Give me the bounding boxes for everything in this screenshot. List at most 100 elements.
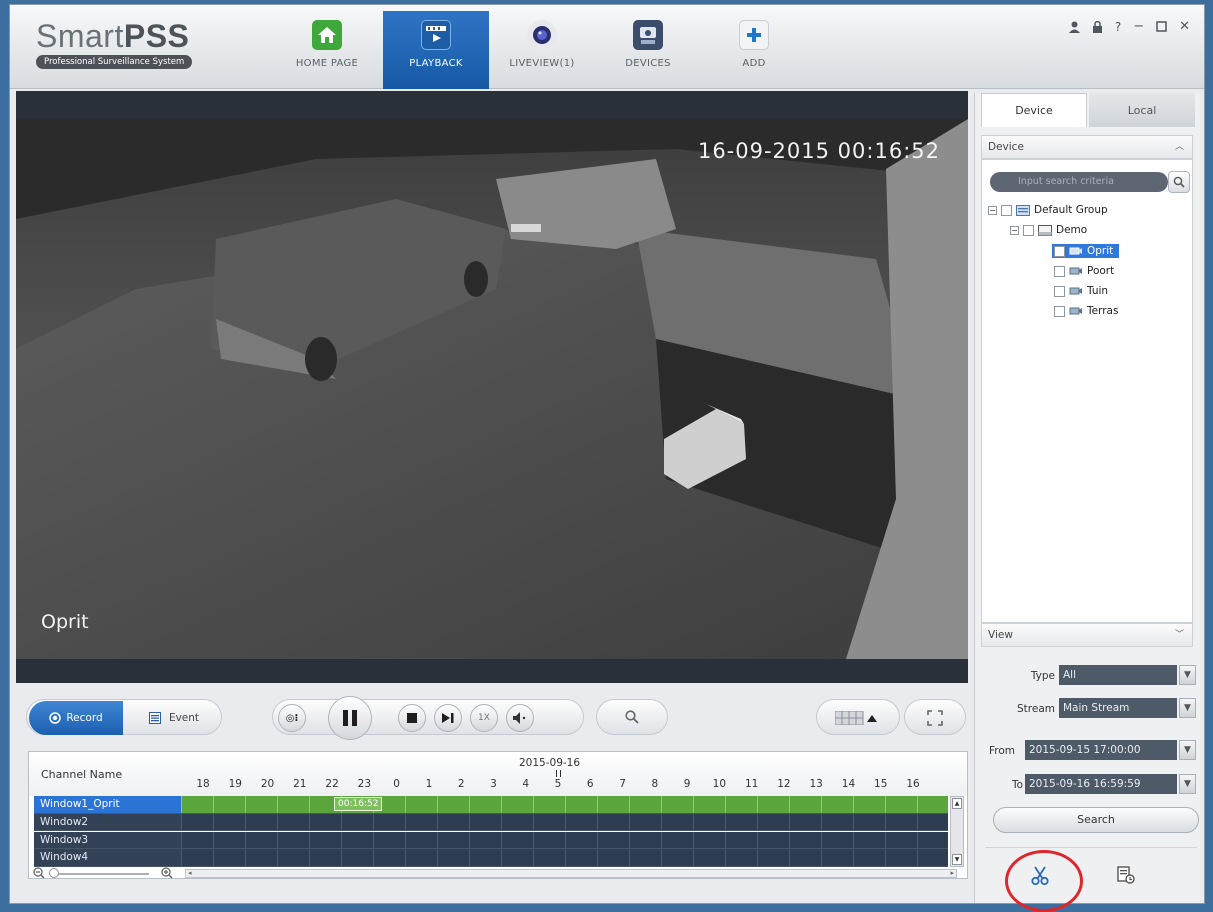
tree-node-demo[interactable]: − Demo	[1010, 224, 1087, 236]
minimize-icon[interactable]: −	[1133, 20, 1144, 37]
tree-node-default-group[interactable]: − Default Group	[988, 204, 1108, 216]
view-section-header[interactable]: View ﹀	[981, 623, 1193, 647]
timeline-row-channel-name[interactable]: Window4	[34, 849, 181, 866]
from-datetime-input[interactable]: 2015-09-15 17:00:00	[1025, 740, 1177, 760]
checkbox[interactable]	[1054, 305, 1065, 317]
timeline-track[interactable]	[181, 831, 948, 848]
tab-home-page[interactable]: HOME PAGE	[274, 11, 380, 89]
timeline-row-channel-name[interactable]: Window1_Oprit	[34, 796, 181, 813]
lock-icon[interactable]	[1092, 20, 1103, 37]
stream-dropdown-arrow[interactable]: ▼	[1179, 698, 1196, 718]
tab-playback-label: PLAYBACK	[409, 58, 463, 69]
timeline-row[interactable]: Window3	[34, 831, 948, 849]
timeline-horizontal-scrollbar[interactable]: ◂ ▸	[185, 869, 957, 878]
timeline-row-channel-name[interactable]: Window2	[34, 813, 181, 831]
timeline-row[interactable]: Window4	[34, 849, 948, 867]
tree-node-oprit[interactable]: Oprit	[1052, 244, 1120, 258]
event-button[interactable]: Event	[127, 701, 221, 735]
tree-label-demo: Demo	[1056, 224, 1088, 236]
camera-channel-icon	[1069, 307, 1082, 314]
tab-local-label: Local	[1127, 103, 1157, 117]
hour-tick-label: 15	[874, 778, 888, 790]
sync-play-button[interactable]: ◎⁝	[278, 704, 306, 732]
timeline-track[interactable]	[181, 849, 948, 866]
checkbox[interactable]	[1054, 245, 1065, 257]
timeline-hour-scale: 18 19 20 21 22 23 0 1 2 3 4 5 6 7 8 9 10 11 12 13 14 15 16	[196, 770, 920, 792]
user-icon[interactable]	[1068, 21, 1080, 37]
checkbox[interactable]	[1023, 224, 1034, 236]
type-label: Type	[1030, 670, 1055, 682]
logo-title-bold: PSS	[123, 18, 190, 54]
stream-select[interactable]: Main Stream	[1059, 698, 1177, 718]
tab-local[interactable]: Local	[1089, 93, 1195, 127]
device-search-button[interactable]	[1168, 171, 1190, 193]
search-button[interactable]: Search	[993, 807, 1199, 833]
hour-tick-label: 3	[490, 778, 497, 790]
tree-node-poort[interactable]: Poort	[1054, 265, 1114, 277]
video-channel-name: Oprit	[41, 611, 89, 633]
highlight-circle-annotation	[1005, 850, 1083, 912]
close-icon[interactable]: ✕	[1179, 20, 1190, 37]
camera-icon	[527, 20, 557, 50]
zoom-in-icon[interactable]	[161, 867, 173, 879]
tree-node-tuin[interactable]: Tuin	[1054, 285, 1108, 297]
tab-playback[interactable]: PLAYBACK	[383, 11, 489, 89]
collapse-node-icon[interactable]: −	[988, 205, 997, 215]
hour-tick-label: 11	[744, 778, 759, 790]
type-select[interactable]: All	[1059, 665, 1177, 685]
current-time-marker	[556, 770, 561, 777]
expand-down-icon[interactable]: ﹀	[1175, 624, 1184, 646]
hour-tick-label: 4	[522, 778, 530, 790]
sync-icon: ◎⁝	[285, 712, 299, 724]
to-datetime-input[interactable]: 2015-09-16 16:59:59	[1025, 774, 1177, 794]
from-dropdown-arrow[interactable]: ▼	[1179, 740, 1196, 760]
device-section-header[interactable]: Device ︿	[981, 135, 1193, 159]
export-record-icon[interactable]	[1117, 866, 1135, 887]
hour-tick-label: 2	[457, 778, 465, 790]
fullscreen-button[interactable]	[904, 699, 966, 735]
hour-tick-label: 0	[393, 778, 400, 790]
type-dropdown-arrow[interactable]: ▼	[1179, 665, 1196, 685]
channel-name-header: Channel Name	[41, 768, 123, 781]
checkbox[interactable]	[1054, 265, 1065, 277]
device-search-placeholder: Input search criteria	[1018, 176, 1114, 187]
window-split-button[interactable]	[816, 699, 900, 735]
tree-node-terras[interactable]: Terras	[1054, 305, 1118, 317]
timeline-row[interactable]: Window1_Oprit 00:16:52	[34, 796, 948, 814]
volume-button[interactable]	[506, 704, 534, 732]
tab-device[interactable]: Device	[981, 93, 1087, 127]
zoom-out-icon[interactable]	[33, 867, 45, 879]
timeline-track[interactable]	[181, 813, 948, 831]
record-event-toggle: Record Event	[26, 699, 222, 735]
record-button[interactable]: Record	[29, 701, 123, 735]
event-button-label: Event	[168, 712, 200, 724]
timeline-row[interactable]: Window2	[34, 813, 948, 832]
video-playback-view[interactable]: 16-09-2015 00:16:52 Oprit	[16, 119, 968, 659]
stop-icon	[407, 713, 417, 723]
tab-add[interactable]: ADD	[701, 11, 807, 89]
zoom-slider-track[interactable]	[49, 873, 149, 875]
collapse-node-icon[interactable]: −	[1010, 225, 1019, 235]
maximize-icon[interactable]	[1156, 21, 1167, 37]
timeline-row-channel-name[interactable]: Window3	[34, 831, 181, 848]
device-search-input[interactable]: Input search criteria	[990, 172, 1168, 192]
playback-control-bar: Record Event ◎⁝ 1X	[16, 689, 968, 747]
tab-devices[interactable]: DEVICES	[595, 11, 701, 89]
stop-button[interactable]	[398, 704, 426, 732]
speed-button[interactable]: 1X	[470, 704, 498, 732]
timeline-vertical-scrollbar[interactable]: ▲ ▼	[950, 796, 964, 867]
to-dropdown-arrow[interactable]: ▼	[1179, 774, 1196, 794]
checkbox[interactable]	[1054, 285, 1065, 297]
pause-button[interactable]	[328, 696, 372, 740]
zoom-slider-handle[interactable]	[49, 868, 59, 878]
help-icon[interactable]: ?	[1115, 21, 1121, 37]
tree-label-oprit: Oprit	[1087, 245, 1114, 257]
next-frame-button[interactable]	[434, 704, 462, 732]
checkbox[interactable]	[1001, 204, 1012, 216]
to-label: To	[1011, 779, 1023, 791]
timeline-track[interactable]: 00:16:52	[181, 796, 948, 813]
tab-liveview[interactable]: LIVEVIEW(1)	[489, 11, 595, 89]
collapse-up-icon[interactable]: ︿	[1175, 136, 1184, 158]
smart-search-button[interactable]	[596, 699, 668, 735]
hour-tick-label: 14	[841, 778, 856, 790]
